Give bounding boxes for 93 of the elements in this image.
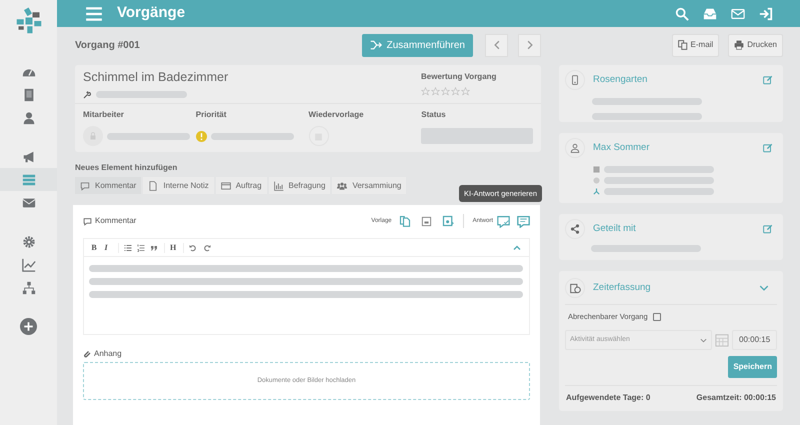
bold-button[interactable]: B bbox=[88, 242, 100, 254]
copy-icon[interactable] bbox=[398, 215, 411, 227]
chat-check-icon[interactable] bbox=[497, 214, 510, 228]
line-chart-icon bbox=[22, 258, 36, 272]
edit-icon[interactable] bbox=[763, 143, 773, 153]
share-icon bbox=[570, 224, 580, 234]
copy-icon bbox=[678, 40, 688, 50]
quote-icon[interactable] bbox=[150, 244, 158, 252]
user-icon bbox=[570, 143, 580, 153]
clipboard-clock-icon bbox=[570, 282, 580, 294]
speech-bubble-icon bbox=[83, 216, 92, 226]
printer-icon bbox=[734, 40, 744, 50]
rating-label: Bewertung Vorgang bbox=[421, 71, 498, 83]
collapse-toggle[interactable] bbox=[759, 283, 769, 293]
bullet-list-icon[interactable] bbox=[124, 244, 132, 252]
search-icon[interactable] bbox=[675, 6, 689, 20]
logo-icon bbox=[14, 7, 42, 35]
table-icon bbox=[220, 180, 231, 190]
total-time: Gesamtzeit: 00:00:15 bbox=[696, 392, 776, 404]
merge-button[interactable]: Zusammenführen bbox=[362, 34, 473, 56]
chevron-down-icon bbox=[759, 283, 769, 293]
card-title: Max Sommer bbox=[593, 140, 650, 155]
document-icon bbox=[148, 180, 158, 190]
field-label: Mitarbeiter bbox=[83, 109, 125, 121]
settings-icon bbox=[22, 234, 36, 248]
save-icon[interactable] bbox=[442, 215, 454, 227]
inbox-icon[interactable] bbox=[703, 6, 717, 20]
chat-text-icon[interactable] bbox=[517, 214, 530, 228]
star-icon bbox=[431, 87, 440, 96]
editor-title: Kommentar bbox=[95, 215, 136, 227]
element-tab[interactable]: Interne Notiz bbox=[143, 177, 214, 194]
next-button[interactable] bbox=[518, 34, 541, 56]
building-icon bbox=[22, 88, 36, 102]
star-icon bbox=[421, 87, 430, 96]
list-icon bbox=[22, 172, 36, 186]
time-field[interactable]: 00:00:15 bbox=[732, 330, 777, 350]
chevron-right-icon bbox=[524, 40, 534, 50]
element-tab[interactable]: Befragung bbox=[268, 177, 330, 194]
element-tab[interactable]: Auftrag bbox=[216, 177, 267, 194]
save-template-icon[interactable] bbox=[420, 216, 432, 226]
megaphone-icon bbox=[22, 150, 36, 164]
paperclip-icon bbox=[83, 350, 91, 358]
lock-icon bbox=[89, 132, 97, 140]
wrench-icon bbox=[83, 90, 91, 99]
email-button[interactable]: E-mail bbox=[672, 34, 720, 56]
sign-in-icon[interactable] bbox=[759, 6, 773, 20]
field-label: Status bbox=[421, 109, 447, 121]
text-editor[interactable]: B I H bbox=[83, 238, 530, 335]
sidebar-item[interactable] bbox=[0, 168, 57, 191]
add-icon bbox=[20, 318, 37, 335]
redo-icon[interactable] bbox=[203, 244, 212, 252]
card-title: Zeiterfassung bbox=[593, 280, 651, 295]
speech-bubble-icon bbox=[80, 180, 90, 190]
case-title: Schimmel im Badezimmer bbox=[83, 69, 230, 86]
section-heading: Neues Element hinzufügen bbox=[75, 162, 178, 174]
star-icon bbox=[461, 87, 470, 96]
field-label: Wiedervorlage bbox=[308, 109, 365, 121]
chevron-down-icon bbox=[700, 336, 708, 344]
calendar-icon[interactable] bbox=[715, 333, 730, 348]
numbered-list-icon[interactable] bbox=[137, 244, 145, 252]
group-icon bbox=[337, 180, 348, 190]
chevron-up-icon[interactable] bbox=[513, 244, 521, 252]
edit-icon[interactable] bbox=[763, 224, 773, 234]
heading-button[interactable]: H bbox=[170, 242, 176, 254]
save-button[interactable]: Speichern bbox=[728, 356, 777, 378]
sitemap-icon bbox=[22, 280, 36, 294]
element-tab[interactable]: Versammiung bbox=[332, 177, 406, 194]
case-number: Vorgang #001 bbox=[75, 38, 140, 52]
edit-icon[interactable] bbox=[763, 75, 773, 85]
star-icon bbox=[441, 87, 450, 96]
print-button[interactable]: Drucken bbox=[728, 34, 783, 56]
attachment-label: Anhang bbox=[94, 348, 122, 360]
star-icon bbox=[451, 87, 460, 96]
bar-chart-icon bbox=[274, 180, 284, 190]
page-title: Vorgänge bbox=[117, 3, 186, 24]
warning-icon bbox=[196, 130, 207, 142]
italic-button[interactable]: I bbox=[100, 242, 112, 254]
chevron-left-icon bbox=[492, 40, 502, 50]
card-title: Geteilt mit bbox=[593, 222, 636, 236]
branch-icon bbox=[593, 188, 600, 195]
envelope-icon[interactable] bbox=[731, 6, 745, 20]
menu-icon[interactable] bbox=[85, 4, 103, 22]
days-spent: Aufgewendete Tage: 0 bbox=[566, 392, 650, 404]
card-title: Rosengarten bbox=[593, 72, 648, 87]
billable-checkbox[interactable] bbox=[652, 312, 661, 321]
previous-button[interactable] bbox=[485, 34, 508, 56]
user-icon bbox=[22, 110, 36, 124]
field-label: Priorität bbox=[196, 109, 228, 121]
undo-icon[interactable] bbox=[189, 244, 198, 252]
envelope-icon bbox=[22, 196, 36, 210]
merge-icon bbox=[370, 39, 382, 51]
element-tab[interactable]: Kommentar bbox=[75, 177, 142, 194]
tablet-icon bbox=[570, 75, 580, 85]
